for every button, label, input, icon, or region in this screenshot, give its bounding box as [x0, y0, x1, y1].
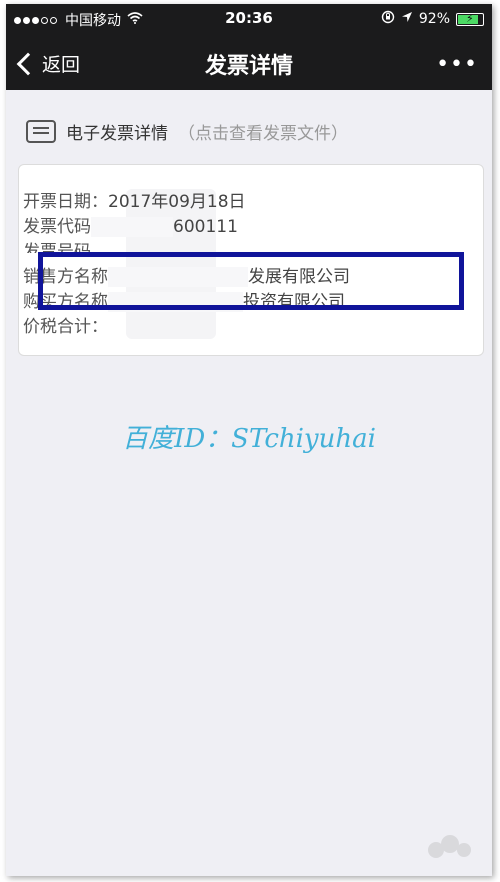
corner-watermark-logo-icon [428, 835, 471, 858]
highlight-annotation-box [38, 252, 464, 310]
row-colon: ： [91, 317, 108, 337]
row-value: 600111 [173, 217, 238, 237]
battery-percentage: 92% [418, 11, 450, 27]
invoice-row-total: 价税合计： [23, 312, 108, 337]
page-title: 发票详情 [204, 54, 293, 79]
row-label: 开票日期 [23, 192, 91, 212]
watermark-text: 百度ID：STchiyuhai [122, 424, 376, 454]
invoice-document-icon [26, 120, 56, 143]
row-colon: ： [91, 192, 108, 212]
redaction [91, 217, 173, 237]
header: 中国移动 20:36 92% ⚡ 返回 发票详情 ••• [6, 4, 492, 90]
battery-icon: ⚡ [456, 11, 484, 26]
row-label: 价税合计 [23, 317, 91, 337]
more-menu-button[interactable]: ••• [436, 52, 478, 77]
invoice-row-code: 发票代码 600111 [23, 212, 238, 237]
rotation-lock-icon [381, 10, 395, 28]
row-value: 2017年09月18日 [108, 192, 246, 212]
navigation-bar: 返回 发票详情 ••• [6, 40, 492, 84]
section-title: 电子发票详情 [66, 124, 168, 144]
location-arrow-icon [401, 11, 413, 27]
status-bar: 中国移动 20:36 92% ⚡ [6, 4, 492, 34]
phone-screen: 中国移动 20:36 92% ⚡ 返回 发票详情 ••• 电子发票详情 （点击查… [6, 4, 492, 876]
invoice-row-date: 开票日期：2017年09月18日 [23, 187, 246, 212]
row-label: 发票代码 [23, 217, 91, 237]
status-right: 92% ⚡ [381, 10, 484, 28]
charging-bolt-icon: ⚡ [466, 11, 474, 25]
section-hint: （点击查看发票文件） [178, 124, 348, 144]
einvoice-section-header[interactable]: 电子发票详情 （点击查看发票文件） [26, 119, 348, 144]
